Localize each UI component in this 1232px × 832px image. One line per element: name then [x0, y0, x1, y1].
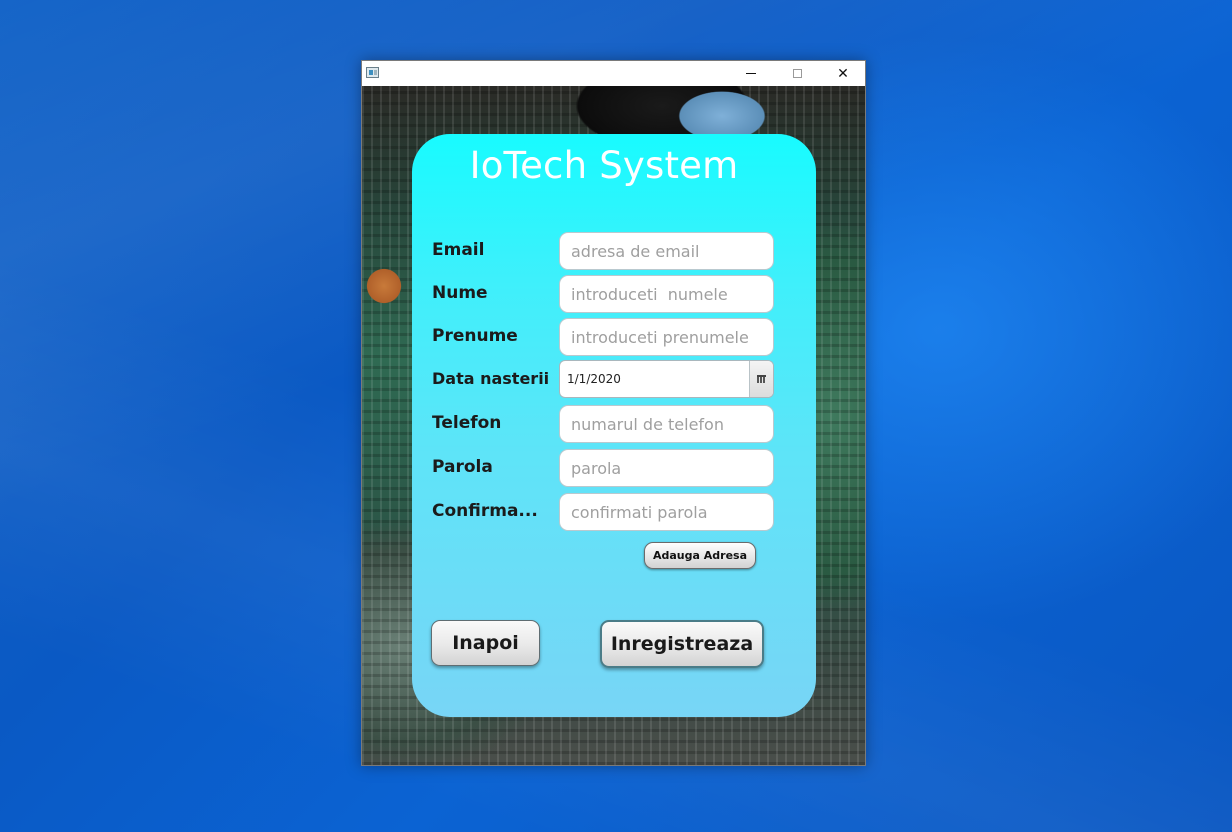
birthdate-label: Data nasterii [432, 369, 550, 388]
birthdate-picker[interactable]: 1/1/2020 [559, 360, 774, 398]
close-icon: ✕ [837, 65, 849, 82]
background-image: IoTech System Email Nume Prenume Data na… [362, 86, 865, 765]
maximize-icon [792, 69, 802, 78]
register-button[interactable]: Inregistreaza [600, 620, 764, 668]
prenume-field[interactable] [559, 318, 774, 356]
app-icon [366, 67, 379, 78]
registration-card: IoTech System Email Nume Prenume Data na… [412, 134, 816, 717]
calendar-icon [757, 375, 766, 383]
email-label: Email [432, 240, 485, 260]
back-button[interactable]: Inapoi [431, 620, 540, 666]
confirm-password-label: Confirma... [432, 501, 538, 521]
confirm-password-field[interactable] [559, 493, 774, 531]
page-title: IoTech System [469, 144, 739, 187]
app-window: ✕ IoTech System Email Nume Prenume Data … [361, 60, 866, 766]
prenume-label: Prenume [432, 326, 518, 346]
password-field[interactable] [559, 449, 774, 487]
parola-label: Parola [432, 457, 493, 477]
minimize-button[interactable] [728, 61, 774, 86]
window-titlebar[interactable]: ✕ [362, 61, 865, 86]
add-address-button[interactable]: Adauga Adresa [644, 542, 756, 569]
minimize-icon [746, 73, 756, 74]
nume-label: Nume [432, 283, 488, 303]
calendar-button[interactable] [749, 361, 773, 397]
telefon-field[interactable] [559, 405, 774, 443]
email-field[interactable] [559, 232, 774, 270]
telefon-label: Telefon [432, 413, 502, 433]
maximize-button[interactable] [774, 61, 820, 86]
birthdate-value[interactable]: 1/1/2020 [567, 361, 621, 397]
close-button[interactable]: ✕ [820, 61, 866, 86]
nume-field[interactable] [559, 275, 774, 313]
